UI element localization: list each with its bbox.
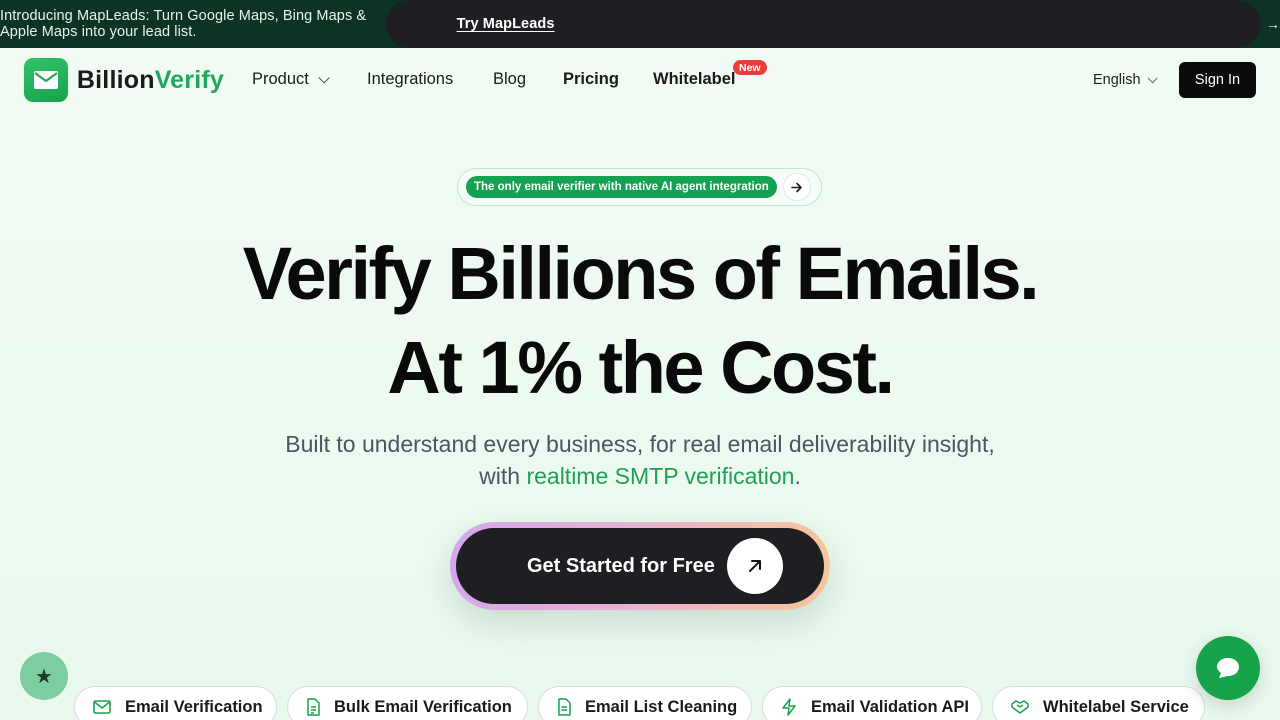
logo-text: BillionVerify — [77, 66, 224, 95]
nav-whitelabel[interactable]: Whitelabel — [653, 70, 736, 89]
get-started-button[interactable]: Get Started for Free — [456, 528, 824, 604]
file-text-icon — [558, 698, 571, 716]
sign-in-button[interactable]: Sign In — [1179, 62, 1256, 98]
pill-label: The only email verifier with native AI a… — [466, 176, 777, 198]
nav-product[interactable]: Product — [252, 70, 330, 89]
ai-agent-pill[interactable]: The only email verifier with native AI a… — [457, 168, 822, 206]
language-label: English — [1093, 72, 1141, 88]
hero-headline-line2: At 1% the Cost. — [387, 326, 895, 409]
chip-label: Email Verification — [125, 697, 263, 716]
sub-suffix: . — [794, 463, 801, 489]
nav-pricing[interactable]: Pricing — [563, 70, 619, 89]
language-selector[interactable]: English — [1093, 72, 1158, 88]
announcement-text: Introducing MapLeads: Turn Google Maps, … — [0, 8, 367, 40]
mail-icon — [93, 700, 111, 714]
lightning-icon — [782, 698, 796, 716]
nav-integrations[interactable]: Integrations — [367, 70, 453, 89]
chip-email-list-cleaning[interactable]: Email List Cleaning — [538, 686, 752, 720]
chip-label: Whitelabel Service — [1043, 697, 1189, 716]
star-icon[interactable]: ★ — [20, 652, 68, 700]
chip-label: Email Validation API — [811, 697, 970, 716]
chip-label: Email List Cleaning — [585, 697, 738, 716]
smtp-highlight: realtime SMTP verification — [526, 463, 795, 489]
logo-text-billion: Billion — [76, 65, 155, 94]
logo-text-verify: Verify — [154, 65, 224, 94]
top-nav: BillionVerify Product Integrations Blog … — [0, 48, 1280, 112]
get-started-label: Get Started for Free — [527, 554, 715, 577]
chip-email-validation-api[interactable]: Email Validation API — [762, 686, 982, 720]
sub-line2: with realtime SMTP verification. — [0, 460, 1280, 492]
announcement-bar: Introducing MapLeads: Turn Google Maps, … — [0, 0, 1280, 48]
nav-blog[interactable]: Blog — [493, 70, 526, 89]
logo[interactable]: BillionVerify — [24, 58, 224, 102]
try-mapleads-link[interactable]: Try MapLeads — [385, 0, 1261, 48]
chip-email-verification[interactable]: Email Verification — [74, 686, 277, 720]
nav-product-label: Product — [252, 70, 309, 88]
hero-headline-line1: Verify Billions of Emails. — [242, 232, 1040, 315]
chat-bubble-icon[interactable] — [1196, 636, 1260, 700]
file-list-icon — [307, 698, 320, 716]
arrow-up-right-icon — [727, 538, 783, 594]
new-badge: New — [733, 60, 767, 75]
chip-bulk-email-verification[interactable]: Bulk Email Verification — [287, 686, 528, 720]
arrow-right-icon[interactable]: → — [1266, 16, 1280, 32]
sub-prefix: with — [479, 463, 527, 489]
hero-subheadline: Built to understand every business, for … — [0, 428, 1280, 492]
chip-label: Bulk Email Verification — [334, 697, 512, 716]
sub-line1: Built to understand every business, for … — [285, 431, 995, 457]
logo-mail-icon — [24, 58, 68, 102]
arrow-right-icon[interactable] — [782, 173, 811, 201]
chip-whitelabel-service[interactable]: Whitelabel Service — [992, 686, 1205, 720]
chevron-down-icon — [318, 71, 330, 84]
get-started-button-wrapper: Get Started for Free — [450, 522, 830, 610]
handshake-icon — [1011, 700, 1029, 714]
